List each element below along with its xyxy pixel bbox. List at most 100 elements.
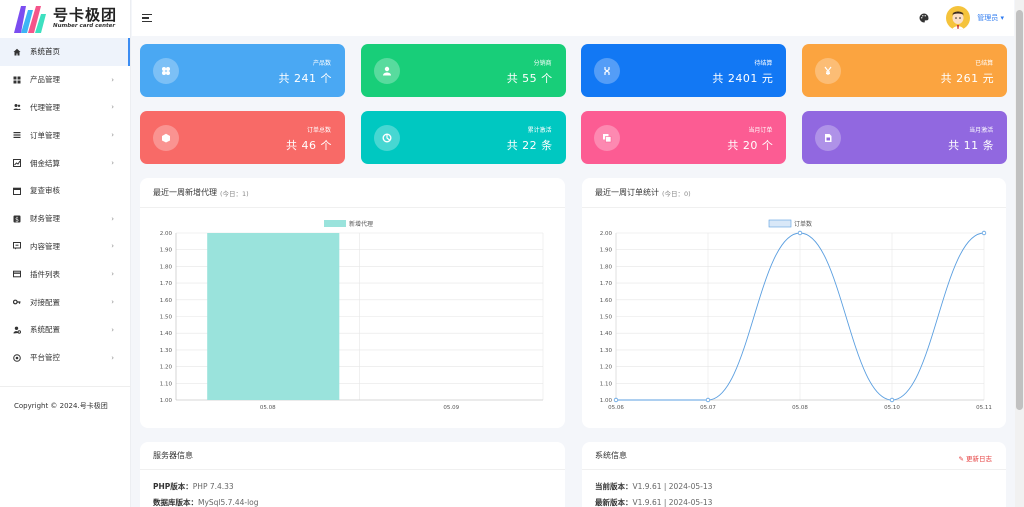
sidebar-item-user-gear[interactable]: 系统配置 › (0, 316, 130, 344)
admin-menu[interactable]: 管理员 ▾ (977, 13, 1004, 23)
info-row: 数据库版本： MySql5.7.44-log (153, 497, 259, 507)
x-tick-label: 05.11 (976, 405, 992, 411)
stat-card[interactable]: 分销商共 55 个 (360, 44, 566, 97)
data-point[interactable] (613, 397, 619, 403)
sidebar-item-card[interactable]: 插件列表 › (0, 260, 130, 288)
chevron-right-icon: › (111, 242, 114, 251)
data-point[interactable] (981, 230, 987, 236)
x-tick-label: 05.06 (608, 405, 624, 411)
y-tick-label: 1.60 (160, 298, 173, 304)
svg-text:订单数: 订单数 (794, 220, 812, 228)
y-tick-label: 1.20 (600, 365, 613, 371)
panel-title: 最近一周新增代理 (153, 188, 217, 197)
copyright: Copyright © 2024.号卡极团 (0, 386, 131, 411)
y-tick-label: 1.00 (600, 398, 613, 404)
stat-label: 分销商 (533, 60, 552, 67)
y-tick-label: 1.80 (600, 264, 613, 270)
chevron-right-icon: › (111, 270, 114, 279)
stat-card[interactable]: 产品数共 241 个 (140, 44, 345, 97)
chevron-right-icon: › (111, 298, 114, 307)
y-tick-label: 1.50 (600, 315, 613, 321)
avatar[interactable] (946, 6, 971, 30)
stat-card[interactable]: 订单总数共 46 个 (140, 111, 345, 164)
sidebar-item-chart[interactable]: 佣金结算 › (0, 149, 130, 177)
server-info-panel: 服务器信息 PHP版本： PHP 7.4.33 数据库版本： MySql5.7.44… (140, 442, 565, 507)
sidebar-item-shield[interactable]: 平台管控 › (0, 344, 130, 372)
sidebar-item-key[interactable]: 对接配置 › (0, 288, 130, 316)
menu-toggle-icon[interactable] (142, 14, 152, 22)
stat-card[interactable]: 待结算共 2401 元 (581, 44, 787, 97)
yen-icon (815, 58, 842, 84)
x-tick-label: 05.09 (443, 405, 459, 411)
logo[interactable]: 号卡极团 Number card center (0, 0, 130, 37)
sidebar-item-grid[interactable]: 产品管理 › (0, 66, 130, 94)
sidebar-item-label: 订单管理 (30, 130, 60, 140)
stat-value: 共 55 个 (506, 72, 553, 85)
sidebar-menu: 系统首页 产品管理 › 代理管理 › 订单管理 › 佣金结算 › 复查审核 $ 财务管理 › 内容管理 › 插… (0, 38, 130, 372)
stat-value: 共 11 条 (948, 139, 995, 152)
panel-title: 系统信息 (595, 451, 627, 460)
sidebar-item-list[interactable]: 订单管理 › (0, 121, 130, 149)
y-tick-label: 1.00 (160, 398, 173, 404)
activate-icon (373, 125, 400, 151)
y-tick-label: 1.50 (160, 315, 173, 321)
y-tick-label: 1.80 (160, 264, 173, 270)
y-tick-label: 1.30 (160, 348, 173, 354)
info-row: PHP版本： PHP 7.4.33 (153, 481, 234, 491)
sidebar-item-calendar[interactable]: 复查审核 (0, 177, 130, 205)
stat-card[interactable]: 当月订单共 20 个 (581, 111, 787, 164)
box-icon (153, 125, 179, 151)
chevron-down-icon: ▾ (1000, 14, 1004, 22)
sidebar-item-home[interactable]: 系统首页 (0, 38, 130, 66)
palette-icon[interactable] (919, 13, 929, 23)
stat-card[interactable]: 已结算共 261 元 (802, 44, 1008, 97)
data-point[interactable] (705, 397, 711, 403)
chevron-right-icon: › (111, 214, 114, 223)
brand-title: 号卡极团 (53, 6, 118, 24)
brand-subtitle: Number card center (53, 23, 116, 29)
y-tick-label: 1.20 (160, 365, 173, 371)
chevron-right-icon: › (111, 159, 114, 168)
shield-icon (13, 353, 21, 362)
sidebar-item-users[interactable]: 代理管理 › (0, 94, 130, 122)
chart-legend[interactable]: 订单数 (768, 219, 812, 228)
pencil-icon: ✎ (958, 455, 964, 463)
y-tick-label: 1.10 (160, 381, 173, 387)
changelog-button[interactable]: ✎ 更新日志 (958, 453, 992, 463)
sidebar-item-message[interactable]: 内容管理 › (0, 233, 130, 261)
apps-icon (153, 58, 179, 84)
sidebar-item-dollar[interactable]: $ 财务管理 › (0, 205, 130, 233)
stat-label: 累计激活 (527, 127, 552, 134)
stat-value: 共 261 元 (940, 72, 995, 85)
stat-card[interactable]: 当月激活共 11 条 (802, 111, 1008, 164)
key-icon (13, 298, 21, 306)
stat-card[interactable]: 累计激活共 22 条 (360, 111, 566, 164)
user-gear-icon (13, 326, 21, 334)
sidebar: 号卡极团 Number card center 系统首页 产品管理 › 代理管理 › 订单… (0, 0, 131, 507)
y-tick-label: 1.90 (600, 248, 613, 254)
scrollbar[interactable] (1015, 0, 1024, 507)
y-tick-label: 1.30 (600, 348, 613, 354)
stat-value: 共 20 个 (727, 139, 774, 152)
data-point[interactable] (889, 397, 895, 403)
sim-icon (815, 125, 842, 151)
sidebar-item-label: 系统首页 (30, 47, 60, 57)
stat-value: 共 241 个 (278, 72, 332, 85)
info-row: 当前版本： V1.9.61 | 2024-05-13 (595, 481, 713, 491)
data-point[interactable] (797, 230, 803, 236)
sidebar-item-label: 代理管理 (30, 102, 60, 112)
stat-value: 共 46 个 (286, 139, 332, 152)
x-tick-label: 05.08 (792, 405, 808, 411)
bar[interactable] (207, 233, 340, 400)
chart-icon (13, 159, 21, 168)
panel-subtitle: (今日：0) (662, 189, 691, 198)
panel-subtitle: (今日：1) (220, 189, 249, 198)
y-tick-label: 1.70 (600, 281, 613, 287)
svg-text:$: $ (15, 216, 19, 223)
chart-legend[interactable]: 新增代理 (324, 220, 373, 228)
sidebar-item-label: 复查审核 (30, 186, 60, 196)
topbar: 管理员 ▾ (132, 0, 1014, 36)
y-tick-label: 1.60 (600, 298, 613, 304)
sidebar-item-label: 系统配置 (30, 325, 60, 335)
stat-label: 当月激活 (969, 127, 994, 134)
